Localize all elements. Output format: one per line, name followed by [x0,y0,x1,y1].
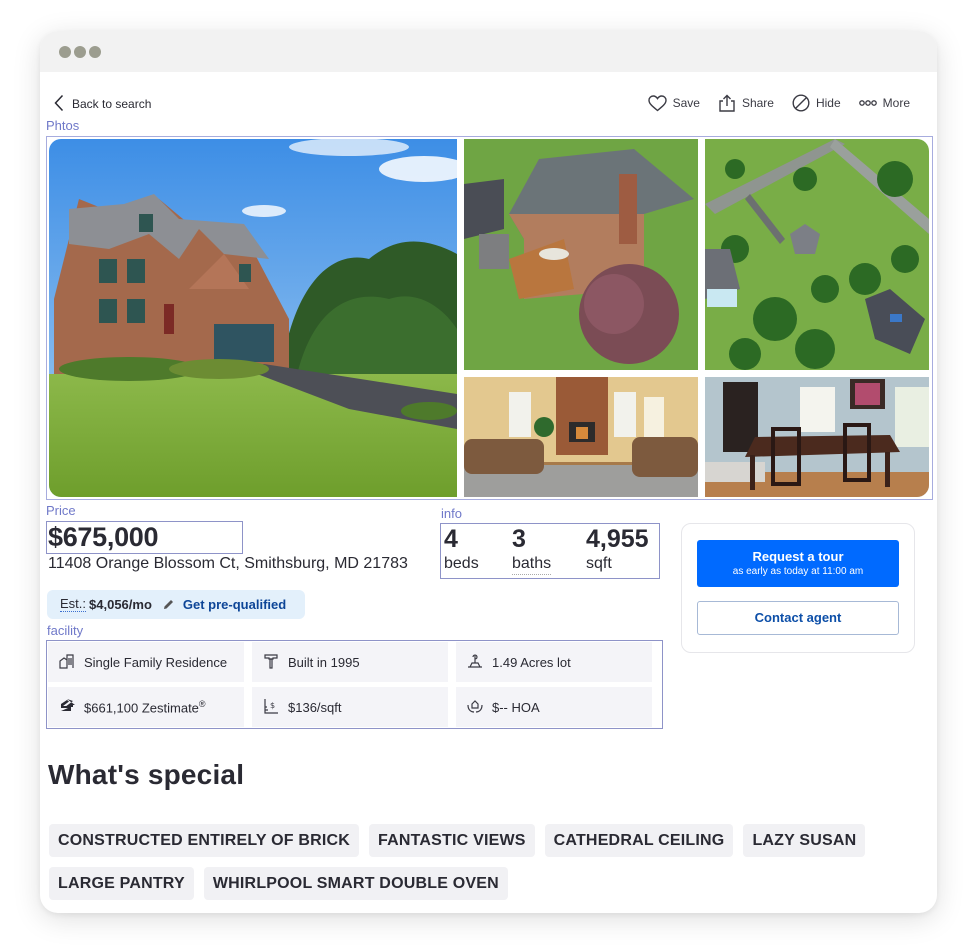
fact-zestimate[interactable]: $661,100 Zestimate® [48,687,244,727]
fact-text: Built in 1995 [288,654,360,670]
lot-icon [467,653,483,672]
feature-tag: CONSTRUCTED ENTIRELY OF BRICK [49,824,360,857]
photo-aerial-overhead[interactable] [705,139,929,370]
feature-tag: WHIRLPOOL SMART DOUBLE OVEN [203,867,508,900]
heart-icon [647,94,667,112]
window-control-dot[interactable] [89,46,101,58]
browser-window: Back to search Save Share Hide More Phto… [40,31,937,913]
fact-text: $-- HOA [492,699,540,715]
feature-tag: CATHEDRAL CEILING [544,824,734,857]
special-tags: CONSTRUCTED ENTIRELY OF BRICK FANTASTIC … [49,824,909,900]
estimate-banner: Est.: $4,056/mo Get pre-qualified [47,590,305,619]
window-titlebar [40,31,937,72]
photo-gallery [46,136,933,500]
sqft-value: 4,955 [586,525,649,553]
svg-text:$: $ [270,701,275,710]
fact-year-built: Built in 1995 [252,642,448,682]
save-button[interactable]: Save [647,94,700,112]
sqft-unit: sqft [586,555,612,572]
window-control-dot[interactable] [74,46,86,58]
more-button[interactable]: More [858,96,910,110]
get-pre-qualified-link[interactable]: Get pre-qualified [183,597,286,612]
request-tour-button[interactable]: Request a tour as early as today at 11:0… [697,540,899,587]
photo-living-room[interactable] [464,377,698,497]
bed-bath-sqft-summary: 4 beds 3 baths 4,955 sqft [440,523,660,579]
photo-aerial-rear[interactable] [464,139,698,370]
baths-stat[interactable]: 3 baths [512,524,552,575]
zestimate-value: $661,100 Zestimate [84,700,199,716]
beds-unit: beds [444,555,479,572]
tour-contact-card: Request a tour as early as today at 11:0… [681,523,915,653]
photos-section-label: Phtos [46,118,80,133]
info-section-label: info [441,506,462,521]
baths-value: 3 [512,525,526,553]
chevron-left-icon [54,94,64,115]
facility-section-label: facility [47,623,84,638]
back-label: Back to search [72,97,152,111]
hide-label: Hide [815,96,841,110]
feature-tag: FANTASTIC VIEWS [369,824,535,857]
share-icon [718,94,736,112]
beds-value: 4 [444,525,458,553]
fact-lot-size: 1.49 Acres lot [456,642,652,682]
listing-price: $675,000 [48,522,159,552]
request-tour-subtitle: as early as today at 11:00 am [732,566,864,577]
more-label: More [882,96,910,110]
contact-agent-button[interactable]: Contact agent [697,601,899,635]
registered-mark: ® [198,698,206,709]
photo-front-exterior[interactable] [49,139,457,497]
whats-special-heading: What's special [48,759,245,790]
back-to-search-link[interactable]: Back to search [54,94,151,114]
hide-button[interactable]: Hide [792,94,841,112]
estimate-amount: $4,056/mo [89,597,152,612]
listing-actions: Save Share Hide More [647,94,910,112]
listing-address: 11408 Orange Blossom Ct, Smithsburg, MD … [48,555,408,572]
fact-text: Single Family Residence [84,654,228,670]
estimate-label[interactable]: Est.: [60,597,87,612]
facts-grid: Single Family Residence Built in 1995 1.… [46,640,663,729]
photo-dining-room[interactable] [705,377,929,497]
window-control-dot[interactable] [59,46,71,58]
zestimate-icon [59,698,75,716]
feature-tag: LARGE PANTRY [49,867,194,900]
fact-text: $136/sqft [288,699,342,715]
beds-stat: 4 beds [444,524,479,574]
fact-text: $661,100 Zestimate® [84,699,206,715]
share-label: Share [741,96,774,110]
pencil-icon[interactable] [162,598,175,611]
save-label: Save [672,96,700,110]
request-tour-title: Request a tour [752,549,844,564]
fact-home-type: Single Family Residence [48,642,244,682]
share-button[interactable]: Share [718,94,774,112]
fact-price-per-sqft: $ $136/sqft [252,687,448,727]
fact-text: 1.49 Acres lot [492,654,571,670]
hoa-icon [467,698,483,717]
fact-hoa: $-- HOA [456,687,652,727]
home-type-icon [59,653,75,672]
baths-unit: baths [512,554,552,575]
sqft-stat: 4,955 sqft [586,524,649,574]
price-section-label: Price [46,503,76,518]
hammer-icon [263,653,279,672]
price-per-sqft-icon: $ [263,698,279,717]
more-icon [858,99,877,107]
hide-icon [792,94,810,112]
feature-tag: LAZY SUSAN [743,824,866,857]
